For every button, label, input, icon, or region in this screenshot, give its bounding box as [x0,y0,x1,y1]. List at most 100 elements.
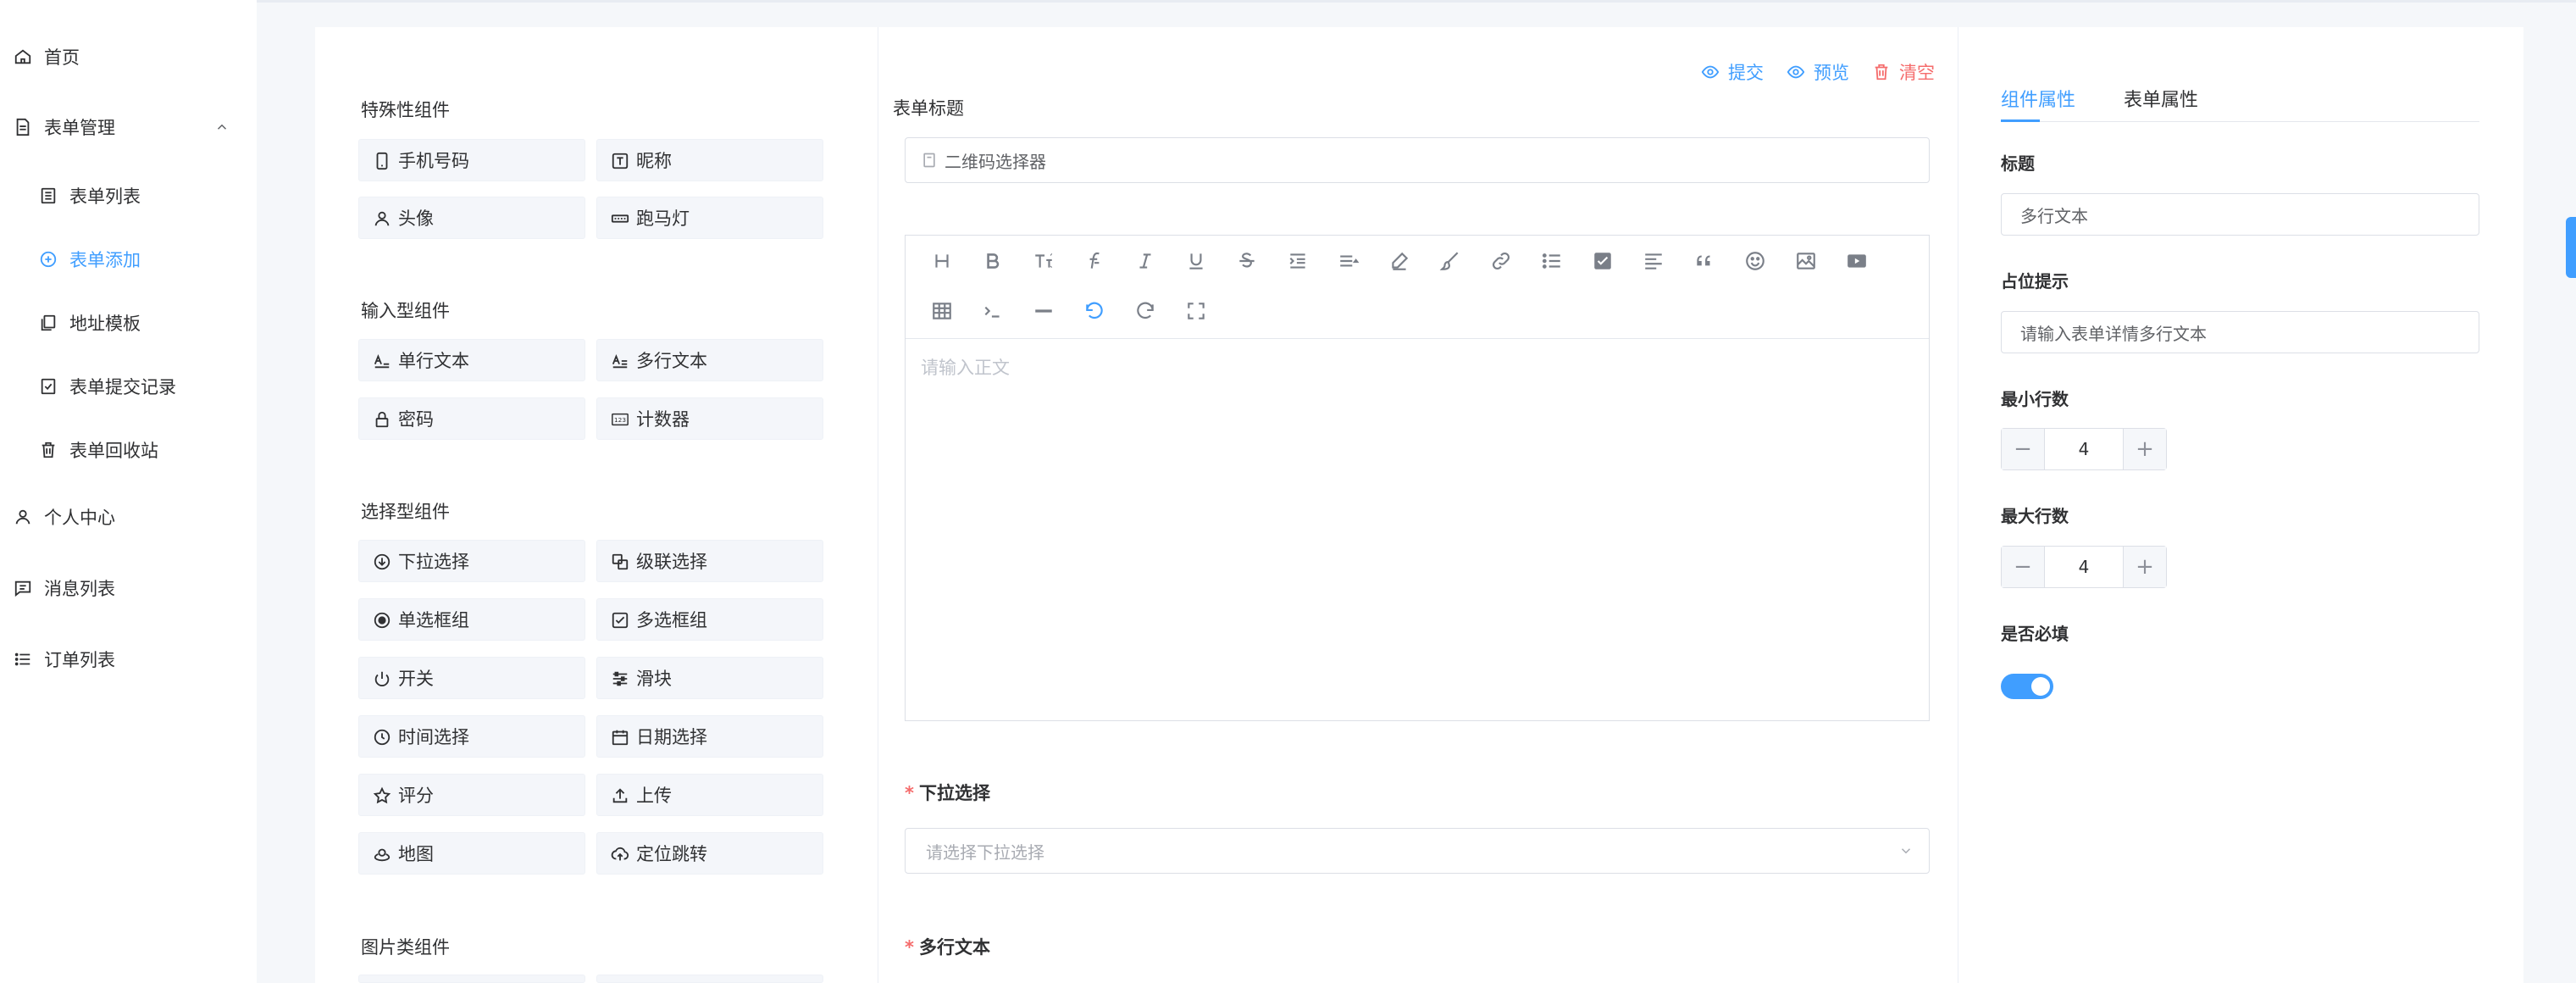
redo-icon[interactable] [1134,300,1156,322]
component-map[interactable]: 地图 [358,832,585,875]
sidebar-item-form-management[interactable]: 表单管理 [0,102,257,153]
brush-icon[interactable] [1439,250,1461,272]
component-label: 评分 [398,786,434,806]
table-icon[interactable] [931,300,953,322]
component-cascader[interactable]: 级联选择 [596,540,823,582]
qr-selector-field[interactable]: 二维码选择器 [905,137,1930,183]
max-rows-value[interactable]: 4 [2044,547,2124,587]
component-image-partial[interactable] [358,975,585,983]
sidebar-item-submission-records[interactable]: 表单提交记录 [0,361,257,412]
dropdown-select[interactable]: 请选择下拉选择 [905,828,1930,874]
sidebar-item-address-template[interactable]: 地址模板 [0,297,257,348]
undo-icon[interactable] [1083,300,1105,322]
indent-icon[interactable] [1287,250,1309,272]
clear-button[interactable]: 清空 [1872,59,1935,85]
component-rating[interactable]: 评分 [358,774,585,816]
component-location-jump[interactable]: 定位跳转 [596,832,823,875]
sidebar-item-order-list[interactable]: 订单列表 [0,634,257,685]
sliders-icon [612,671,628,686]
component-date-picker[interactable]: 日期选择 [596,715,823,758]
tab-form-properties[interactable]: 表单属性 [2124,85,2198,112]
component-single-line-text[interactable]: 单行文本 [358,339,585,381]
component-nickname[interactable]: 昵称 [596,139,823,181]
link-icon[interactable] [1490,250,1512,272]
heading-icon[interactable] [931,250,953,272]
component-label: 时间选择 [398,727,469,747]
component-avatar[interactable]: 头像 [358,197,585,239]
divider-icon[interactable] [1033,300,1055,322]
component-radio-group[interactable]: 单选框组 [358,598,585,641]
font-color-icon[interactable] [1388,250,1410,272]
clear-label: 清空 [1899,63,1935,83]
font-family-icon[interactable] [1083,250,1105,272]
sidebar-item-form-list[interactable]: 表单列表 [0,170,257,221]
min-rows-decrement-button[interactable]: − [2002,429,2044,469]
sidebar-item-form-recycle-bin[interactable]: 表单回收站 [0,425,257,475]
sidebar-item-home[interactable]: 首页 [0,31,257,82]
sidebar-item-personal-center[interactable]: 个人中心 [0,491,257,542]
component-dropdown[interactable]: 下拉选择 [358,540,585,582]
scrollbar-handle[interactable] [2566,217,2576,278]
component-upload[interactable]: 上传 [596,774,823,816]
component-checkbox-group[interactable]: 多选框组 [596,598,823,641]
min-rows-increment-button[interactable]: + [2124,429,2166,469]
required-toggle[interactable] [2001,674,2053,699]
max-rows-increment-button[interactable]: + [2124,547,2166,587]
sidebar-item-label: 地址模板 [69,314,141,334]
todo-icon[interactable] [1592,250,1614,272]
emoji-icon[interactable] [1744,250,1766,272]
editor-toolbar [906,236,1929,339]
component-password[interactable]: 密码 [358,397,585,440]
radio-icon [374,612,391,629]
sidebar-item-label: 表单管理 [44,118,115,138]
underline-icon[interactable] [1185,250,1207,272]
sidebar-item-message-list[interactable]: 消息列表 [0,563,257,614]
min-rows-value[interactable]: 4 [2044,429,2124,469]
sidebar-item-label: 消息列表 [44,579,115,599]
component-label: 地图 [398,844,434,864]
component-label: 多行文本 [636,351,707,371]
component-switch[interactable]: 开关 [358,657,585,699]
component-counter[interactable]: 123 计数器 [596,397,823,440]
preview-button[interactable]: 预览 [1787,59,1849,85]
quote-icon[interactable] [1693,250,1715,272]
required-asterisk: * [905,937,914,958]
sidebar-item-label: 个人中心 [44,508,115,528]
video-icon[interactable] [1846,250,1868,272]
placeholder-property-input[interactable]: 请输入表单详情多行文本 [2001,311,2479,353]
italic-icon[interactable] [1134,250,1156,272]
bullet-list-icon[interactable] [1541,250,1563,272]
group-title-select: 选择型组件 [361,502,450,522]
lock-icon [375,411,389,428]
component-label: 滑块 [636,669,672,689]
strikethrough-icon[interactable] [1236,250,1258,272]
component-label: 日期选择 [636,727,707,747]
dropdown-placeholder: 请选择下拉选择 [926,841,1044,863]
image-icon[interactable] [1795,250,1817,272]
title-property-input[interactable]: 多行文本 [2001,193,2479,236]
max-rows-decrement-button[interactable]: − [2002,547,2044,587]
bold-icon[interactable] [982,250,1004,272]
sidebar-item-form-add[interactable]: 表单添加 [0,234,257,285]
component-time-picker[interactable]: 时间选择 [358,715,585,758]
component-slider[interactable]: 滑块 [596,657,823,699]
copy-icon [41,314,56,331]
rich-text-editor[interactable]: 请输入正文 [905,235,1930,721]
line-height-icon[interactable] [1338,250,1360,272]
font-size-icon[interactable] [1033,250,1055,272]
code-icon[interactable] [982,300,1004,322]
tab-component-properties[interactable]: 组件属性 [2001,85,2075,112]
textarea-icon [612,354,628,369]
fullscreen-icon[interactable] [1185,300,1207,322]
component-label: 跑马灯 [636,208,690,229]
component-phone[interactable]: 手机号码 [358,139,585,181]
submit-button[interactable]: 提交 [1701,59,1764,85]
text-input-icon [374,354,390,369]
component-image-partial[interactable] [596,975,823,983]
component-multi-line-text[interactable]: 多行文本 [596,339,823,381]
align-icon[interactable] [1643,250,1665,272]
preview-label: 预览 [1814,63,1849,83]
component-label: 计数器 [636,409,690,430]
component-marquee[interactable]: 跑马灯 [596,197,823,239]
component-label: 密码 [398,409,434,430]
